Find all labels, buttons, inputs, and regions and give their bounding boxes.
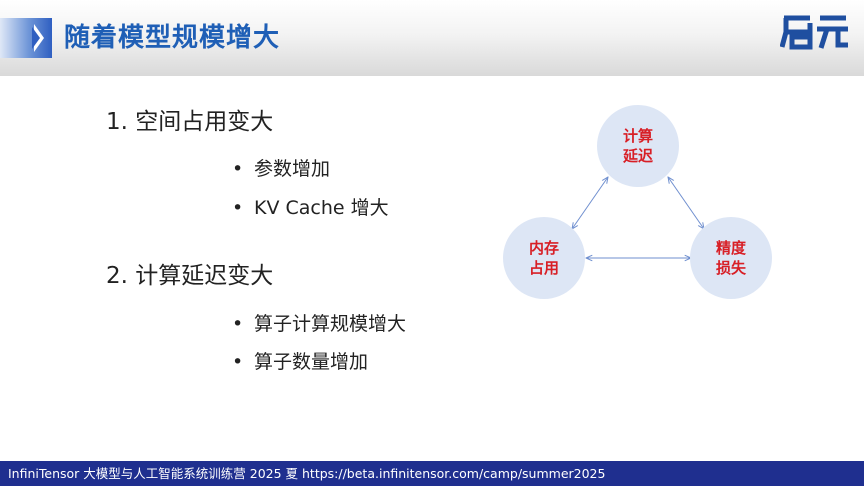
- node-precision-loss: 精度 损失: [690, 217, 772, 299]
- footer-url[interactable]: https://beta.infinitensor.com/camp/summe…: [302, 461, 605, 486]
- chevron-inner-shape: [32, 27, 40, 49]
- node-line-2: 占用: [528, 259, 559, 277]
- footer-camp-name: InfiniTensor 大模型与人工智能系统训练营 2025 夏: [8, 466, 299, 481]
- point-1-bullet-2: • KV Cache 增大: [232, 193, 389, 220]
- tradeoff-diagram: 计算 延迟 内存 占用 精度 损失: [490, 95, 790, 315]
- bullet-dot: •: [232, 158, 244, 180]
- bullet-dot: •: [232, 313, 244, 335]
- node-line-2: 损失: [715, 259, 746, 277]
- point-1-heading: 1. 空间占用变大: [106, 109, 274, 135]
- bullet-text: 算子数量增加: [254, 351, 369, 373]
- bullet-text: 算子计算规模增大: [254, 313, 407, 335]
- logo-glyph-yuan: [817, 15, 848, 49]
- node-line-1: 计算: [622, 127, 653, 145]
- node-line-2: 延迟: [622, 147, 653, 165]
- arrow-top-right: [668, 177, 704, 229]
- logo-glyph-qi: [780, 15, 813, 50]
- page-title: 随着模型规模增大: [64, 23, 281, 53]
- bullet-dot: •: [232, 351, 244, 373]
- point-1-bullet-1: • 参数增加: [232, 154, 330, 181]
- bullet-dot: •: [232, 197, 244, 219]
- bullet-text: 参数增加: [254, 158, 331, 180]
- point-2-heading: 2. 计算延迟变大: [106, 263, 274, 289]
- bullet-text: KV Cache 增大: [254, 197, 389, 219]
- arrow-top-left: [572, 177, 608, 229]
- node-line-1: 内存: [528, 239, 559, 257]
- title-accent-bar: [0, 18, 52, 58]
- node-line-1: 精度: [715, 239, 746, 257]
- point-2-bullet-1: • 算子计算规模增大: [232, 309, 406, 336]
- node-compute-latency: 计算 延迟: [597, 105, 679, 187]
- footer-bar: InfiniTensor 大模型与人工智能系统训练营 2025 夏 https:…: [0, 461, 864, 486]
- node-memory-usage: 内存 占用: [503, 217, 585, 299]
- logo: [780, 15, 848, 50]
- point-2-bullet-2: • 算子数量增加: [232, 347, 368, 374]
